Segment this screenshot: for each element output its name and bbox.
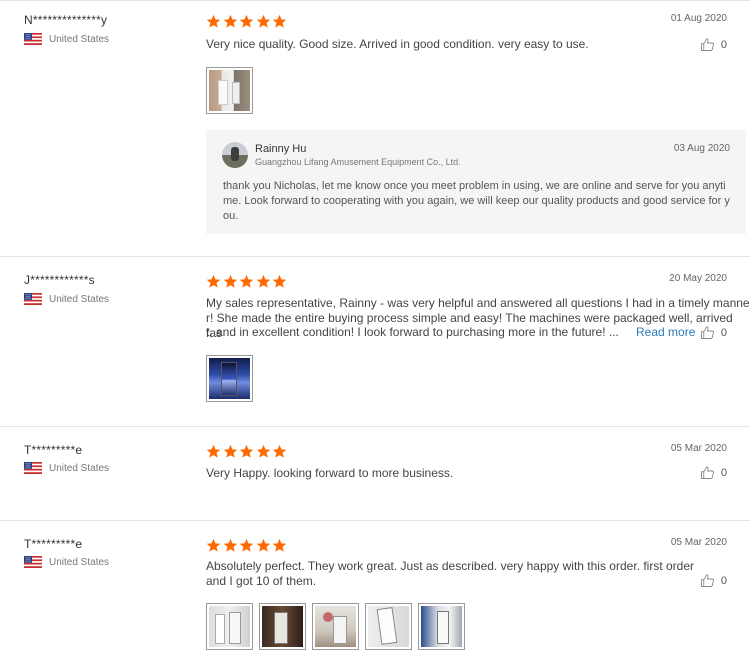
star-icon bbox=[206, 444, 221, 459]
thumbs-up-icon bbox=[700, 465, 715, 480]
seller-reply: Rainny Hu Guangzhou Lifang Amusement Equ… bbox=[206, 130, 746, 234]
star-icon bbox=[239, 538, 254, 553]
star-icon bbox=[256, 14, 271, 29]
like-count: 0 bbox=[720, 466, 727, 479]
star-icon bbox=[256, 274, 271, 289]
us-flag-icon bbox=[24, 462, 42, 474]
review-item: T*********e United States 05 Mar 2020 Ve… bbox=[0, 427, 750, 521]
country-label: United States bbox=[49, 556, 110, 568]
like-button[interactable]: 0 bbox=[700, 465, 727, 480]
star-icon bbox=[206, 538, 221, 553]
country-label: United States bbox=[49, 33, 110, 45]
review-text-line: My sales representative, Rainny - was ve… bbox=[206, 296, 750, 310]
star-icon bbox=[223, 274, 238, 289]
star-rating bbox=[206, 274, 289, 289]
review-date: 20 May 2020 bbox=[669, 273, 727, 284]
buyer-country: United States bbox=[24, 33, 109, 45]
star-rating bbox=[206, 14, 289, 29]
star-icon bbox=[223, 444, 238, 459]
buyer-name: T*********e bbox=[24, 443, 83, 457]
us-flag-icon bbox=[24, 556, 42, 568]
review-date: 05 Mar 2020 bbox=[670, 537, 727, 548]
star-icon bbox=[206, 274, 221, 289]
star-icon bbox=[256, 444, 271, 459]
review-photo[interactable] bbox=[206, 603, 253, 650]
review-text-line: Absolutely perfect. They work great. Jus… bbox=[206, 559, 694, 573]
star-rating bbox=[206, 444, 289, 459]
reply-company: Guangzhou Lifang Amusement Equipment Co.… bbox=[255, 157, 461, 167]
star-icon bbox=[239, 274, 254, 289]
like-count: 0 bbox=[720, 574, 727, 587]
avatar bbox=[222, 142, 248, 168]
like-button[interactable]: 0 bbox=[700, 325, 727, 340]
like-button[interactable]: 0 bbox=[700, 573, 727, 588]
review-item: N**************y United States 01 Aug 20… bbox=[0, 0, 750, 257]
buyer-country: United States bbox=[24, 293, 109, 305]
star-icon bbox=[256, 538, 271, 553]
star-icon bbox=[223, 538, 238, 553]
like-button[interactable]: 0 bbox=[700, 37, 727, 52]
review-photo[interactable] bbox=[365, 603, 412, 650]
review-item: T*********e United States 05 Mar 2020 Ab… bbox=[0, 521, 750, 662]
read-more-link[interactable]: Read more bbox=[636, 325, 695, 339]
review-text: Very nice quality. Good size. Arrived in… bbox=[206, 37, 589, 51]
star-icon bbox=[223, 14, 238, 29]
review-item: J************s United States 20 May 2020… bbox=[0, 257, 750, 427]
review-photo[interactable] bbox=[312, 603, 359, 650]
star-rating bbox=[206, 538, 289, 553]
thumbs-up-icon bbox=[700, 573, 715, 588]
star-icon bbox=[272, 538, 287, 553]
review-date: 01 Aug 2020 bbox=[670, 13, 727, 24]
review-text-line: and I got 10 of them. bbox=[206, 574, 317, 588]
like-count: 0 bbox=[720, 38, 727, 51]
reply-date: 03 Aug 2020 bbox=[673, 143, 730, 154]
review-photo[interactable] bbox=[206, 355, 253, 402]
review-text-line: t, and in excellent condition! I look fo… bbox=[206, 325, 619, 339]
reply-text: thank you Nicholas, let me know once you… bbox=[223, 180, 730, 222]
reply-author-name: Rainny Hu bbox=[255, 143, 307, 155]
review-photo[interactable] bbox=[259, 603, 306, 650]
buyer-country: United States bbox=[24, 462, 109, 474]
review-text: Very Happy. looking forward to more busi… bbox=[206, 466, 454, 480]
buyer-name: T*********e bbox=[24, 537, 83, 551]
star-icon bbox=[206, 14, 221, 29]
buyer-name: J************s bbox=[24, 273, 95, 287]
buyer-country: United States bbox=[24, 556, 109, 568]
review-photo[interactable] bbox=[418, 603, 465, 650]
thumbs-up-icon bbox=[700, 37, 715, 52]
country-label: United States bbox=[49, 293, 110, 305]
like-count: 0 bbox=[720, 326, 727, 339]
star-icon bbox=[239, 14, 254, 29]
star-icon bbox=[272, 444, 287, 459]
thumbs-up-icon bbox=[700, 325, 715, 340]
us-flag-icon bbox=[24, 293, 42, 305]
review-photo[interactable] bbox=[206, 67, 253, 114]
country-label: United States bbox=[49, 462, 110, 474]
us-flag-icon bbox=[24, 33, 42, 45]
star-icon bbox=[272, 14, 287, 29]
star-icon bbox=[272, 274, 287, 289]
review-date: 05 Mar 2020 bbox=[670, 443, 727, 454]
buyer-name: N**************y bbox=[24, 13, 108, 27]
star-icon bbox=[239, 444, 254, 459]
